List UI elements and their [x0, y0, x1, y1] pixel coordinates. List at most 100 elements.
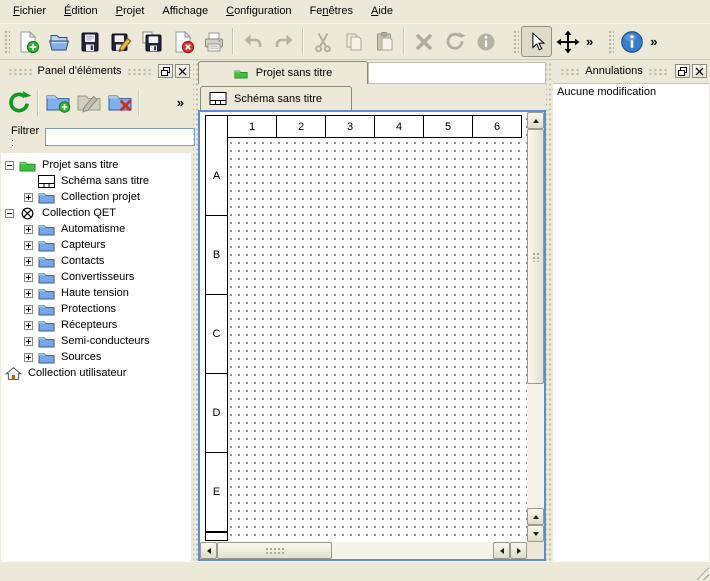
new-folder-icon: [45, 90, 71, 114]
scroll-left-button-2[interactable]: [493, 542, 510, 559]
vertical-scrollbar[interactable]: [527, 112, 544, 542]
menu-item[interactable]: Fenêtres: [301, 2, 362, 21]
tree-item[interactable]: Capteurs: [1, 237, 191, 253]
dock-float-button[interactable]: [158, 64, 173, 78]
cut-button[interactable]: [307, 26, 338, 57]
tree-item[interactable]: Schéma sans titre: [1, 173, 191, 189]
tree-item[interactable]: Récepteurs: [1, 317, 191, 333]
menu-item[interactable]: Affichage: [153, 2, 217, 21]
tree-item[interactable]: Collection projet: [1, 189, 191, 205]
tree-item-icon: [5, 367, 22, 380]
menu-item[interactable]: Configuration: [217, 2, 300, 21]
save-button[interactable]: [74, 26, 105, 57]
undo-history-item[interactable]: Aucune modification: [553, 84, 709, 100]
menu-item[interactable]: Fichier: [4, 2, 55, 21]
tree-item-icon: [19, 159, 36, 172]
save-all-button[interactable]: [136, 26, 167, 57]
toolbar-drag-handle[interactable]: [3, 29, 10, 55]
scroll-down-button[interactable]: [527, 525, 544, 542]
save-as-button[interactable]: [105, 26, 136, 57]
dock-splitter-right[interactable]: [546, 60, 551, 561]
copy-button[interactable]: [338, 26, 369, 57]
tree-expander-icon[interactable]: [5, 161, 14, 170]
tree-item-icon: [38, 287, 55, 300]
tree-item-label: Schéma sans titre: [61, 175, 149, 187]
filter-input[interactable]: [45, 128, 195, 146]
menu-item[interactable]: Projet: [107, 2, 154, 21]
scroll-mode-button[interactable]: [552, 26, 583, 57]
toolbar-drag-handle[interactable]: [512, 29, 519, 55]
menu-item[interactable]: Aide: [362, 2, 402, 21]
close-icon: [695, 67, 704, 76]
rotate-button[interactable]: [439, 26, 470, 57]
tree-expander-icon[interactable]: [24, 321, 33, 330]
tree-item[interactable]: Collection utilisateur: [1, 365, 191, 381]
column-label: 3: [325, 115, 375, 138]
horizontal-scrollbar[interactable]: [200, 542, 527, 559]
scroll-left-button[interactable]: [200, 542, 217, 559]
schema-view[interactable]: 1 2 3 4 5 6 A B C: [198, 110, 546, 561]
project-tab[interactable]: Projet sans titre: [198, 61, 368, 84]
tree-expander-icon[interactable]: [24, 337, 33, 346]
paste-button[interactable]: [369, 26, 400, 57]
dock-grip[interactable]: [127, 67, 151, 76]
print-button[interactable]: [198, 26, 229, 57]
dock-grip[interactable]: [648, 67, 668, 76]
dock-close-button[interactable]: [175, 64, 190, 78]
undo-history-list[interactable]: Aucune modification: [553, 83, 709, 561]
elements-tree[interactable]: Projet sans titre: [1, 153, 191, 561]
delete-category-button[interactable]: [104, 87, 135, 118]
close-file-icon: [171, 30, 195, 54]
toolbar-overflow-chevron[interactable]: »: [583, 34, 596, 49]
tree-expander-icon[interactable]: [24, 305, 33, 314]
tree-item[interactable]: Automatisme: [1, 221, 191, 237]
reload-collections-button[interactable]: [3, 87, 34, 118]
undo-panel-titlebar[interactable]: Annulations: [552, 62, 710, 80]
tree-expander-icon[interactable]: [24, 193, 33, 202]
schema-canvas[interactable]: [200, 112, 544, 559]
select-mode-button[interactable]: [521, 26, 552, 57]
edit-category-button[interactable]: [73, 87, 104, 118]
new-document-button[interactable]: [12, 26, 43, 57]
undo-button[interactable]: [237, 26, 268, 57]
redo-button[interactable]: [268, 26, 299, 57]
dock-grip[interactable]: [8, 67, 32, 76]
tree-item[interactable]: Projet sans titre: [1, 157, 191, 173]
toolbar-overflow-chevron[interactable]: »: [647, 34, 660, 49]
vertical-scroll-thumb[interactable]: [527, 129, 544, 384]
tree-item[interactable]: Semi-conducteurs: [1, 333, 191, 349]
delete-button[interactable]: [408, 26, 439, 57]
tree-item-label: Contacts: [61, 255, 104, 267]
menu-item[interactable]: Édition: [55, 2, 107, 21]
element-infos-button[interactable]: [470, 26, 501, 57]
elements-panel-titlebar[interactable]: Panel d'éléments: [0, 62, 193, 80]
about-qet-button[interactable]: [616, 26, 647, 57]
dock-grip[interactable]: [560, 67, 580, 76]
new-category-button[interactable]: [42, 87, 73, 118]
dock-close-button[interactable]: [692, 64, 707, 78]
scroll-up-button[interactable]: [527, 112, 544, 129]
tree-expander-icon[interactable]: [24, 353, 33, 362]
tree-expander-icon[interactable]: [24, 241, 33, 250]
tree-expander-icon[interactable]: [24, 225, 33, 234]
schema-tab[interactable]: Schéma sans titre: [200, 86, 352, 110]
panel-overflow-chevron[interactable]: »: [177, 95, 190, 110]
tree-item[interactable]: Contacts: [1, 253, 191, 269]
tree-expander-icon[interactable]: [5, 209, 14, 218]
tree-item[interactable]: Sources: [1, 349, 191, 365]
tree-expander-icon[interactable]: [24, 273, 33, 282]
tree-expander-icon[interactable]: [24, 289, 33, 298]
tree-item[interactable]: Haute tension: [1, 285, 191, 301]
window-resize-grip[interactable]: [696, 567, 709, 580]
dock-float-button[interactable]: [675, 64, 690, 78]
scroll-up-button-2[interactable]: [527, 508, 544, 525]
scroll-right-button[interactable]: [510, 542, 527, 559]
tree-item[interactable]: Collection QET: [1, 205, 191, 221]
open-project-button[interactable]: [43, 26, 74, 57]
toolbar-drag-handle[interactable]: [607, 29, 614, 55]
horizontal-scroll-thumb[interactable]: [217, 542, 332, 559]
tree-expander-icon[interactable]: [24, 257, 33, 266]
tree-item[interactable]: Convertisseurs: [1, 269, 191, 285]
close-file-button[interactable]: [167, 26, 198, 57]
tree-item[interactable]: Protections: [1, 301, 191, 317]
